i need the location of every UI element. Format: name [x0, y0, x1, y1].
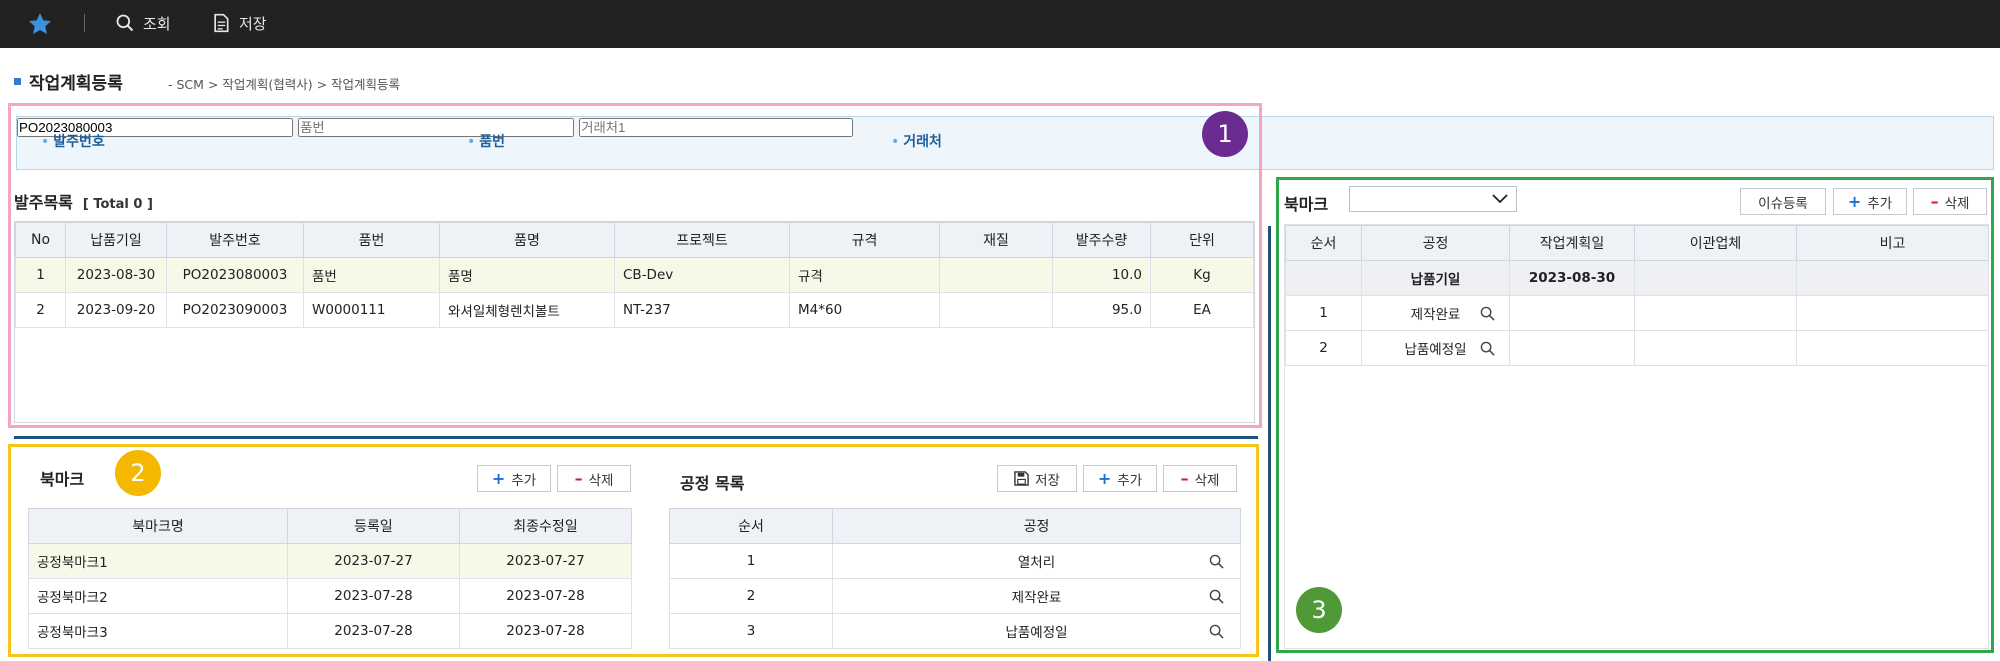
page-title-text: 작업계획등록 — [29, 74, 123, 94]
top-toolbar: 조회 저장 — [0, 0, 2000, 48]
annotation-box-1 — [8, 103, 1262, 428]
search-button[interactable]: 조회 — [115, 10, 171, 36]
page-title: 작업계획등록 — [14, 69, 123, 94]
save-button[interactable]: 저장 — [211, 10, 267, 36]
annotation-badge-3: 3 — [1296, 587, 1342, 633]
star-icon[interactable] — [27, 11, 53, 37]
document-icon — [214, 13, 229, 33]
title-bullet-icon — [14, 78, 21, 85]
breadcrumb: - SCM > 작업계획(협력사) > 작업계획등록 — [168, 77, 401, 92]
annotation-box-3 — [1276, 177, 1994, 653]
annotation-badge-2: 2 — [115, 450, 161, 496]
save-button-label: 저장 — [239, 14, 267, 33]
annotation-box-2 — [8, 444, 1259, 657]
toolbar-separator — [84, 14, 85, 32]
search-icon — [116, 14, 134, 32]
section-divider-horizontal — [14, 436, 1258, 439]
search-button-label: 조회 — [143, 14, 171, 33]
annotation-badge-1: 1 — [1202, 111, 1248, 157]
section-divider-vertical — [1268, 226, 1271, 661]
